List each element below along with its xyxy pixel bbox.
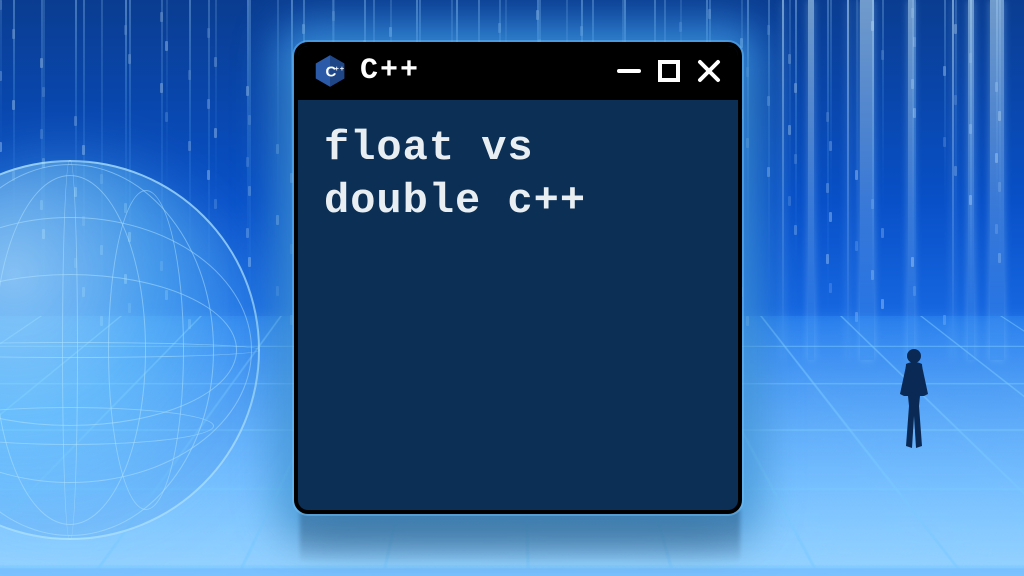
close-button[interactable]: [694, 56, 724, 86]
minimize-button[interactable]: [614, 56, 644, 86]
background-vertical-bars: [724, 0, 1024, 360]
terminal-window: C + + C++ float vs double c++: [294, 42, 742, 514]
svg-text:+: +: [340, 64, 345, 73]
background-globe: [0, 160, 260, 540]
background-person-silhouette: [894, 346, 934, 456]
titlebar[interactable]: C + + C++: [298, 46, 738, 100]
window-controls: [614, 56, 724, 86]
window-reflection: [300, 507, 740, 563]
window-title: C++: [360, 54, 420, 88]
svg-text:+: +: [335, 64, 340, 73]
maximize-button[interactable]: [654, 56, 684, 86]
terminal-body-text: float vs double c++: [298, 100, 738, 249]
cpp-logo-icon: C + +: [312, 53, 348, 89]
